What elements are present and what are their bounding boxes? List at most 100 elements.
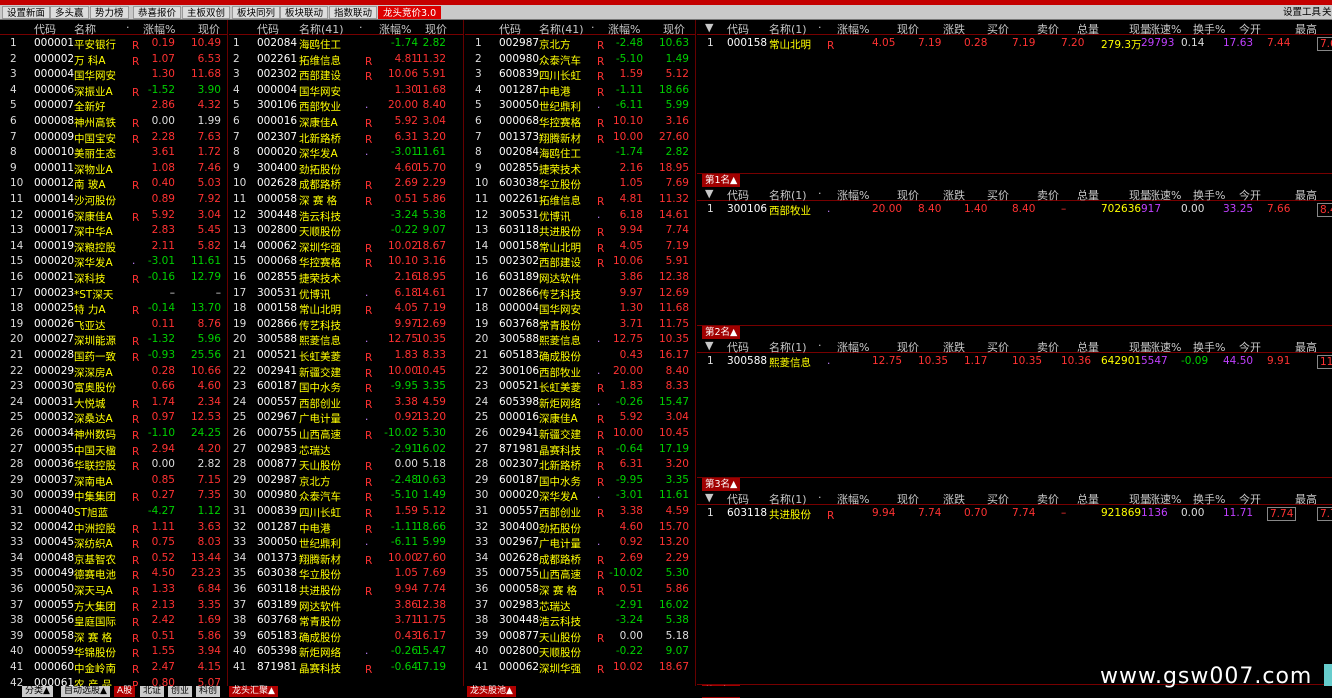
tab-settings[interactable]: 设置新面 xyxy=(2,6,51,19)
rank-row[interactable]: 1 603118 共进股份 R 9.94 7.74 0.70 7.74 – 921869 1136 0… xyxy=(697,506,1332,522)
stock-name[interactable]: 中洲控股 xyxy=(74,521,116,536)
header-10[interactable]: 涨速% xyxy=(1149,21,1181,37)
table-row[interactable]: 10 002628 成都路桥 R 2.69 2.29 xyxy=(229,176,463,192)
stock-code[interactable]: 000004 xyxy=(34,68,74,80)
table-row[interactable]: 9 000011 深物业A 1.08 7.46 xyxy=(0,161,227,177)
table-row[interactable]: 26 000755 山西高速 R -10.02 5.30 xyxy=(229,426,463,442)
stock-name[interactable]: 山西高速 xyxy=(539,567,581,582)
table-row[interactable]: 19 603768 常青股份 3.71 11.75 xyxy=(465,317,695,333)
stock-name[interactable]: 京北方 xyxy=(299,474,331,489)
stock-name[interactable]: 确成股份 xyxy=(299,630,341,645)
table-row[interactable]: 39 605183 确成股份 0.43 16.17 xyxy=(229,629,463,645)
stock-code[interactable]: 300448 xyxy=(499,614,539,626)
stock-name[interactable]: 翔腾新材 xyxy=(299,552,341,567)
stock-name[interactable]: 常山北明 xyxy=(769,37,811,52)
table-row[interactable]: 41 871981 晶赛科技 R -0.64 17.19 xyxy=(229,660,463,676)
header-2[interactable]: · xyxy=(818,339,822,352)
stock-code[interactable]: 000035 xyxy=(34,443,74,455)
stock-code[interactable]: 000010 xyxy=(34,146,74,158)
table-row[interactable]: 4 001287 中电港 R -1.11 18.66 xyxy=(465,83,695,99)
stock-code[interactable]: 000048 xyxy=(34,552,74,564)
table-row[interactable]: 10 000012 南 玻A R 0.40 5.03 xyxy=(0,176,227,192)
stock-name[interactable]: 传艺科技 xyxy=(299,318,341,333)
stock-name[interactable]: 南 玻A xyxy=(74,177,106,192)
stock-code[interactable]: 000016 xyxy=(34,209,74,221)
stock-name[interactable]: 新疆交建 xyxy=(299,365,341,380)
stock-code[interactable]: 001373 xyxy=(257,552,297,564)
bottom-tab-category[interactable]: 分类▲ xyxy=(22,686,53,697)
stock-code[interactable]: 300106 xyxy=(257,99,297,111)
header-8[interactable]: 总量 xyxy=(1077,21,1099,37)
stock-name[interactable]: 共进股份 xyxy=(539,224,581,239)
table-row[interactable]: 16 002855 捷荣技术 2.16 18.95 xyxy=(229,270,463,286)
stock-name[interactable]: 深 赛 格 xyxy=(539,583,577,598)
stock-code[interactable]: 000001 xyxy=(34,37,74,49)
stock-name[interactable]: 富奥股份 xyxy=(74,380,116,395)
table-row[interactable]: 18 000025 特 力A R -0.14 13.70 xyxy=(0,301,227,317)
header-1[interactable]: 名称(1) xyxy=(769,339,807,355)
stock-code[interactable]: 002261 xyxy=(499,193,539,205)
stock-name[interactable]: 广电计量 xyxy=(299,411,341,426)
stock-name[interactable]: 华联控股 xyxy=(74,458,116,473)
stock-code[interactable]: 000055 xyxy=(34,599,74,611)
header-name[interactable]: 名称(41) xyxy=(299,21,344,37)
stock-name[interactable]: 中集集团 xyxy=(74,489,116,504)
stock-name[interactable]: 深天马A xyxy=(74,583,113,598)
stock-code[interactable]: 605183 xyxy=(499,349,539,361)
table-row[interactable]: 21 605183 确成股份 0.43 16.17 xyxy=(465,348,695,364)
table-row[interactable]: 21 000028 国药一致 R -0.93 25.56 xyxy=(0,348,227,364)
stock-name[interactable]: 中国天楹 xyxy=(74,443,116,458)
stock-name[interactable]: 成都路桥 xyxy=(299,177,341,192)
stock-name[interactable]: 深 赛 格 xyxy=(74,630,112,645)
header-10[interactable]: 涨速% xyxy=(1149,491,1181,507)
table-row[interactable]: 32 300400 劲拓股份 4.60 15.70 xyxy=(465,520,695,536)
stock-name[interactable]: 沙河股份 xyxy=(74,193,116,208)
stock-code[interactable]: 000877 xyxy=(257,458,297,470)
stock-name[interactable]: 深 赛 格 xyxy=(299,193,337,208)
table-row[interactable]: 3 000004 国华网安 1.30 11.68 xyxy=(0,67,227,83)
stock-code[interactable]: 300106 xyxy=(727,203,767,215)
header-name[interactable]: 名称(41) xyxy=(539,21,584,37)
table-row[interactable]: 30 000039 中集集团 R 0.27 7.35 xyxy=(0,488,227,504)
stock-code[interactable]: 000036 xyxy=(34,458,74,470)
stock-name[interactable]: 众泰汽车 xyxy=(539,53,581,68)
table-row[interactable]: 5 000007 全新好 2.86 4.32 xyxy=(0,98,227,114)
stock-name[interactable]: 深康佳A xyxy=(299,115,338,130)
stock-name[interactable]: 长虹美菱 xyxy=(299,349,341,364)
stock-name[interactable]: 华控赛格 xyxy=(539,115,581,130)
stock-name[interactable]: 中电港 xyxy=(539,84,571,99)
stock-name[interactable]: 芯瑞达 xyxy=(539,599,571,614)
stock-name[interactable]: 确成股份 xyxy=(539,349,581,364)
stock-name[interactable]: 浩云科技 xyxy=(299,209,341,224)
stock-code[interactable]: 002866 xyxy=(257,318,297,330)
stock-code[interactable]: 000755 xyxy=(257,427,297,439)
stock-code[interactable]: 002941 xyxy=(499,427,539,439)
table-row[interactable]: 5 300050 世纪鼎利 · -6.11 5.99 xyxy=(465,98,695,114)
table-row[interactable]: 16 603189 网达软件 3.86 12.38 xyxy=(465,270,695,286)
table-row[interactable]: 15 000020 深华发A · -3.01 11.61 xyxy=(0,254,227,270)
stock-code[interactable]: 000068 xyxy=(499,115,539,127)
header-5[interactable]: 涨跌 xyxy=(943,187,965,203)
header-11[interactable]: 换手% xyxy=(1193,187,1225,203)
stock-code[interactable]: 000004 xyxy=(499,302,539,314)
stock-code[interactable]: 871981 xyxy=(499,443,539,455)
table-row[interactable]: 33 300050 世纪鼎利 · -6.11 5.99 xyxy=(229,535,463,551)
table-row[interactable]: 18 000158 常山北明 R 4.05 7.19 xyxy=(229,301,463,317)
stock-code[interactable]: 000021 xyxy=(34,271,74,283)
stock-name[interactable]: 海鸥住工 xyxy=(539,146,581,161)
stock-name[interactable]: 深康佳A xyxy=(74,209,113,224)
table-row[interactable]: 17 300531 优博讯 · 6.18 14.61 xyxy=(229,286,463,302)
stock-code[interactable]: 000002 xyxy=(34,53,74,65)
stock-name[interactable]: 国中水务 xyxy=(299,380,341,395)
stock-code[interactable]: 000877 xyxy=(499,630,539,642)
table-row[interactable]: 38 603768 常青股份 3.71 11.75 xyxy=(229,613,463,629)
stock-code[interactable]: 000042 xyxy=(34,521,74,533)
table-row[interactable]: 39 000877 天山股份 R 0.00 5.18 xyxy=(465,629,695,645)
tab-zhuban[interactable]: 主板双创 xyxy=(182,6,231,19)
table-row[interactable]: 26 002941 新疆交建 R 10.00 10.45 xyxy=(465,426,695,442)
stock-code[interactable]: 000158 xyxy=(499,240,539,252)
table-row[interactable]: 29 002987 京北方 R -2.48 10.63 xyxy=(229,473,463,489)
stock-code[interactable]: 000060 xyxy=(34,661,74,673)
table-row[interactable]: 24 000031 大悦城 R 1.74 2.34 xyxy=(0,395,227,411)
stock-code[interactable]: 000030 xyxy=(34,380,74,392)
